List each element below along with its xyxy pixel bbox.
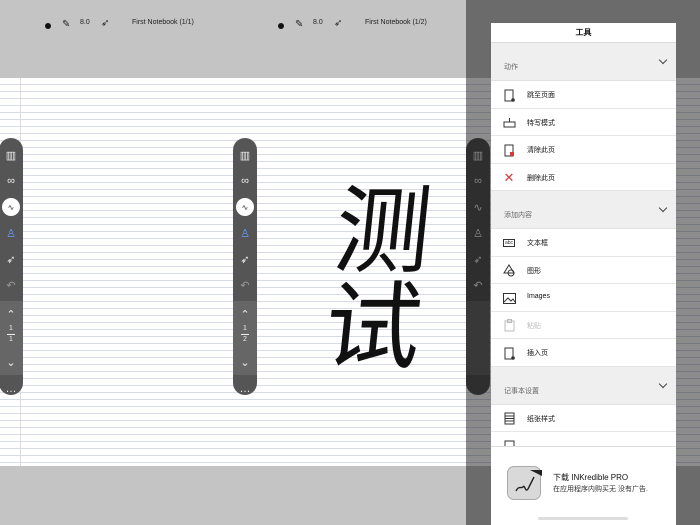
- brush-icon[interactable]: ➶: [101, 18, 109, 29]
- glasses-icon[interactable]: ∞: [0, 168, 23, 194]
- menu-item-label: 插入页: [527, 350, 548, 357]
- menu-item-label: 粘贴: [527, 322, 541, 330]
- pen-size-label: 8.0: [80, 19, 90, 26]
- menu-item-clear-page[interactable]: 清除此页: [491, 136, 676, 164]
- menu-item-label: Images: [527, 293, 550, 300]
- inkredible-pro-app-icon: [507, 466, 542, 500]
- highlighter-icon[interactable]: ♙: [0, 220, 23, 246]
- page-toolbar-left: ✎ 8.0 ➶ First Notebook (1/1): [0, 0, 234, 52]
- menu-item-label: 文本框: [527, 240, 548, 247]
- undo-icon[interactable]: ↶: [233, 272, 257, 298]
- notebook-page-middle: ✎ 8.0 ➶ First Notebook (1/2) ▥ ∞ ∿ ♙ ➶ ↶…: [233, 0, 467, 525]
- library-icon[interactable]: ▥: [233, 142, 257, 168]
- goto-page-icon: [502, 88, 516, 102]
- more-icon[interactable]: …: [233, 376, 257, 402]
- menu-item-text-box[interactable]: abc 文本框: [491, 229, 676, 257]
- highlighter-icon[interactable]: ♙: [233, 220, 257, 246]
- total-pages: 1: [9, 336, 13, 343]
- section-actions[interactable]: 动作: [491, 43, 676, 81]
- menu-item-label: 清除此页: [527, 147, 555, 154]
- shapes-icon: [502, 264, 516, 278]
- more-icon[interactable]: …: [0, 376, 23, 402]
- pen-tool-icon[interactable]: ∿: [0, 194, 23, 220]
- image-icon: [502, 291, 516, 305]
- menu-item-label: 跳至页面: [527, 92, 555, 99]
- handwriting-ink[interactable]: 测试: [275, 180, 436, 372]
- pen-icon[interactable]: ✎: [62, 19, 70, 30]
- section-label: 添加内容: [504, 212, 532, 219]
- chevron-down-icon[interactable]: [658, 203, 668, 213]
- menu-item-delete-page[interactable]: ✕ 删除此页: [491, 163, 676, 191]
- pen-icon[interactable]: ✎: [295, 19, 303, 30]
- page-up-icon[interactable]: ⌃: [233, 301, 257, 327]
- insert-page-icon: [502, 346, 516, 360]
- paste-icon: [502, 319, 516, 333]
- total-pages: 2: [243, 336, 247, 343]
- closeup-mode-icon: [502, 116, 516, 130]
- ad-subtitle: 在应用程序内购买无 没有广告.: [553, 486, 648, 493]
- text-box-icon: abc: [502, 239, 516, 247]
- chevron-down-icon[interactable]: [658, 379, 668, 388]
- page-toolbar-middle: ✎ 8.0 ➶ First Notebook (1/2): [233, 0, 467, 52]
- current-page: 1: [9, 325, 13, 332]
- pro-upgrade-banner[interactable]: 下载 INKredible PRO 在应用程序内购买无 没有广告.: [491, 446, 676, 514]
- menu-item-shapes[interactable]: 图形: [491, 256, 676, 284]
- brush-icon[interactable]: ➶: [334, 18, 342, 29]
- paper-style-icon: [502, 412, 516, 426]
- page-nav-middle: ⌃ 1 2 ⌄: [233, 301, 257, 375]
- chevron-down-icon[interactable]: [658, 55, 668, 65]
- menu-item-goto-page[interactable]: 跳至页面: [491, 81, 676, 109]
- notebook-title[interactable]: First Notebook (1/1): [132, 19, 194, 26]
- clear-page-icon: [502, 143, 516, 157]
- pen-size-label: 8.0: [313, 19, 323, 26]
- menu-item-label: 特写模式: [527, 119, 555, 127]
- notebook-page-left: ✎ 8.0 ➶ First Notebook (1/1) ▥ ∞ ∿ ♙ ➶ ↶…: [0, 0, 234, 525]
- menu-item-paste[interactable]: 粘贴: [491, 311, 676, 339]
- menu-item-insert-page[interactable]: 插入页: [491, 339, 676, 367]
- glasses-icon[interactable]: ∞: [233, 168, 257, 194]
- notebook-title[interactable]: First Notebook (1/2): [365, 19, 427, 26]
- menu-item-closeup-mode[interactable]: 特写模式: [491, 108, 676, 136]
- tool-strip-middle: ▥ ∞ ∿ ♙ ➶ ↶ ⌃ 1 2 ⌄ …: [233, 138, 257, 395]
- page-nav-left: ⌃ 1 1 ⌄: [0, 301, 23, 375]
- menu-item-label: 删除此页: [527, 174, 555, 182]
- color-dot-icon[interactable]: [278, 23, 284, 29]
- page-down-icon[interactable]: ⌄: [0, 349, 23, 375]
- eraser-icon[interactable]: ➶: [233, 246, 257, 272]
- tool-strip-left: ▥ ∞ ∿ ♙ ➶ ↶ ⌃ 1 1 ⌄ …: [0, 138, 23, 395]
- section-label: 记事本设置: [504, 387, 539, 395]
- section-label: 动作: [504, 64, 518, 71]
- undo-icon[interactable]: ↶: [0, 272, 23, 298]
- color-dot-icon[interactable]: [45, 23, 51, 29]
- page-up-icon[interactable]: ⌃: [0, 301, 23, 327]
- section-notebook-settings[interactable]: 记事本设置: [491, 366, 676, 405]
- pen-tool-icon[interactable]: ∿: [233, 194, 257, 220]
- menu-item-label: 纸张样式: [527, 415, 555, 423]
- current-page: 1: [243, 325, 247, 332]
- section-add-content[interactable]: 添加内容: [491, 191, 676, 229]
- panel-title: 工具: [491, 23, 676, 43]
- home-indicator[interactable]: [538, 517, 628, 520]
- menu-item-paper-style[interactable]: 纸张样式: [491, 404, 676, 432]
- library-icon[interactable]: ▥: [0, 142, 23, 168]
- page-down-icon[interactable]: ⌄: [233, 349, 257, 375]
- notebook-paper-left[interactable]: [0, 78, 234, 466]
- menu-item-label: 图形: [527, 267, 541, 275]
- menu-item-images[interactable]: Images: [491, 284, 676, 312]
- delete-page-icon: ✕: [503, 169, 515, 185]
- eraser-icon[interactable]: ➶: [0, 246, 23, 272]
- ad-title: 下载 INKredible PRO: [553, 473, 629, 482]
